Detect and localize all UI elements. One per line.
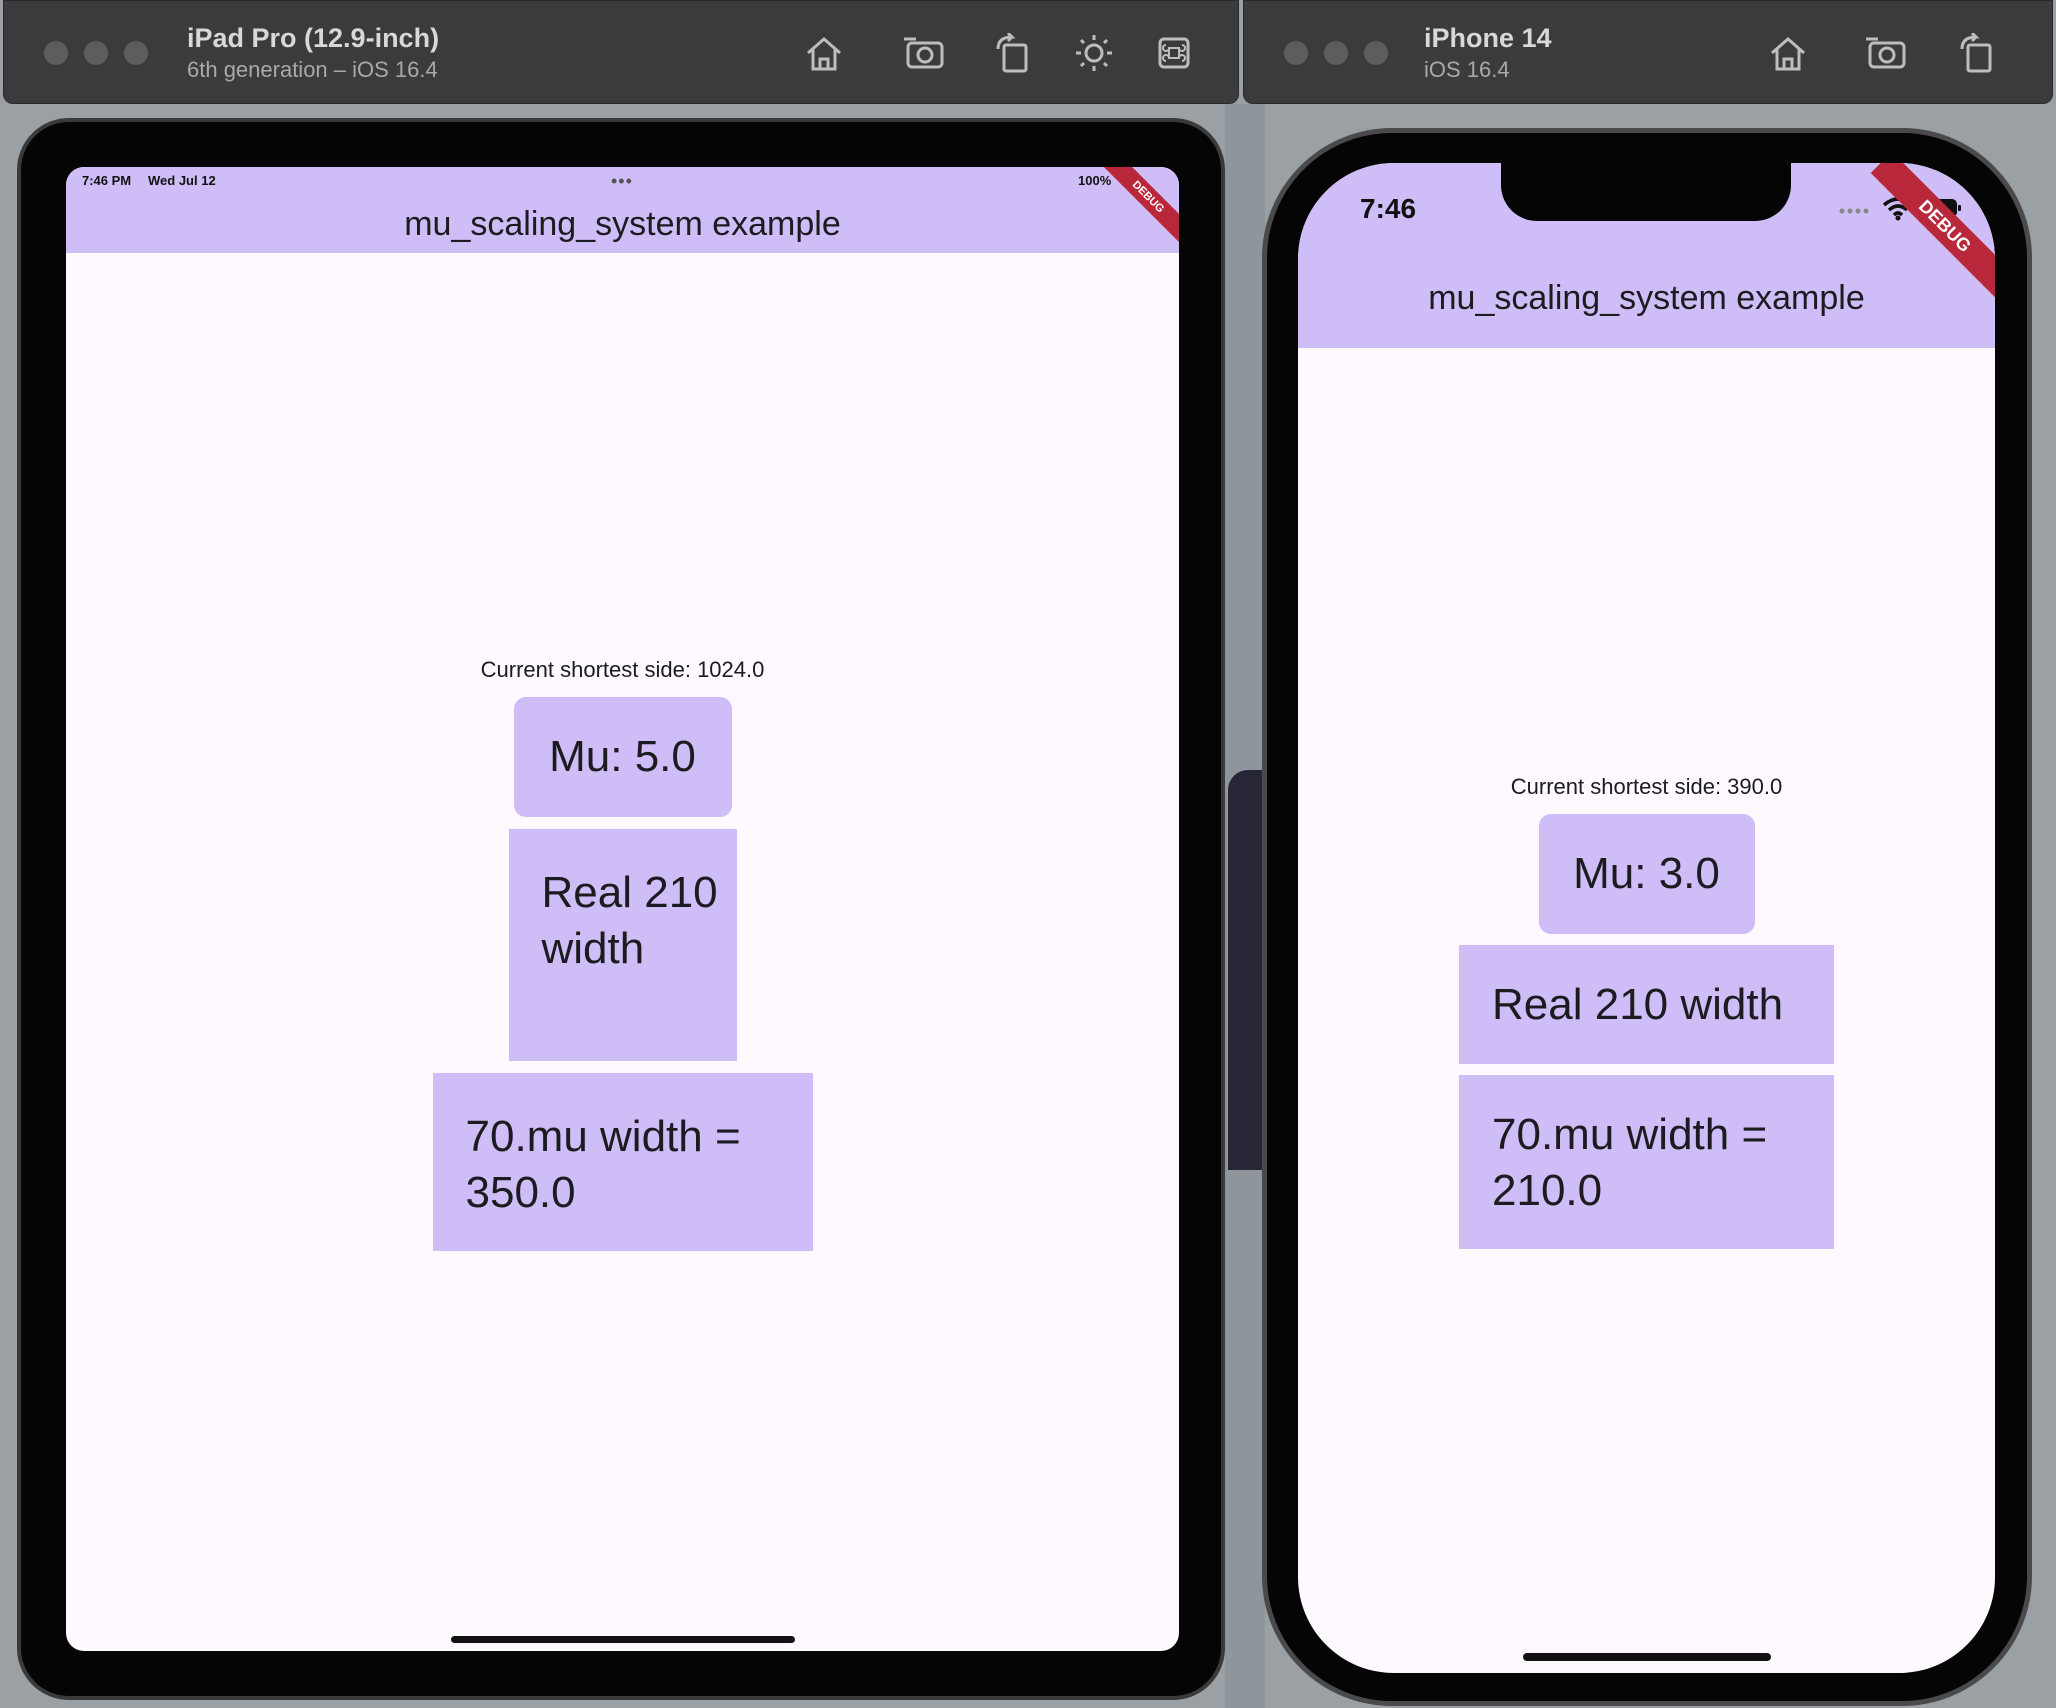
status-date: Wed Jul 12 — [148, 173, 216, 188]
window-controls — [44, 41, 148, 65]
app-title: mu_scaling_system example — [1428, 279, 1865, 317]
zoom-window-button[interactable] — [1364, 41, 1388, 65]
mu-value-box: Mu: 5.0 — [513, 697, 732, 817]
minimize-window-button[interactable] — [1324, 41, 1348, 65]
iphone-screen: 7:46 mu_scaling_system example DEBUG Cur… — [1298, 163, 1995, 1673]
device-name: iPad Pro (12.9-inch) — [187, 23, 440, 53]
iphone-simulator-title-bar: iPhone 14 iOS 16.4 — [1243, 0, 2053, 104]
real-width-box: Real 210 width — [508, 829, 737, 1061]
app-title: mu_scaling_system example — [404, 205, 841, 243]
device-os: iOS 16.4 — [1424, 57, 1510, 82]
real-width-box: Real 210 width — [1459, 945, 1834, 1064]
app-bar: 7:46 mu_scaling_system example DEBUG — [1298, 163, 1995, 348]
cellular-icon — [1838, 197, 1870, 222]
device-name: iPhone 14 — [1424, 23, 1552, 53]
status-time: 7:46 PM — [82, 173, 132, 188]
minimize-window-button[interactable] — [84, 41, 108, 65]
screenshot-icon[interactable] — [902, 33, 946, 73]
shortest-side-text: Current shortest side: 1024.0 — [480, 657, 765, 682]
screenshot-icon[interactable] — [1864, 33, 1908, 73]
home-icon[interactable] — [802, 33, 846, 73]
mu-width-box: 70.mu width = 350.0 — [432, 1073, 813, 1251]
mu-value-box: Mu: 3.0 — [1538, 814, 1755, 934]
command-icon[interactable] — [1152, 33, 1196, 73]
shortest-side-text: Current shortest side: 390.0 — [1510, 774, 1783, 799]
ipad-screen: 7:46 PM Wed Jul 12 ••• 100% mu_scaling_s… — [66, 167, 1179, 1651]
mu-width-box: 70.mu width = 210.0 — [1459, 1075, 1834, 1249]
status-time: 7:46 — [1360, 193, 1417, 224]
multitasking-dots-icon[interactable]: ••• — [611, 171, 633, 192]
status-battery: 100% — [1078, 173, 1112, 188]
home-indicator[interactable] — [451, 1636, 795, 1643]
content-column: Current shortest side: 1024.0 Mu: 5.0 Re… — [66, 657, 1179, 1251]
close-window-button[interactable] — [44, 41, 68, 65]
rotate-icon[interactable] — [992, 31, 1036, 73]
ipad-simulator-title-bar: iPad Pro (12.9-inch) 6th generation – iO… — [3, 0, 1239, 104]
app-bar: 7:46 PM Wed Jul 12 ••• 100% mu_scaling_s… — [66, 167, 1179, 253]
device-os: 6th generation – iOS 16.4 — [187, 57, 438, 82]
appearance-icon[interactable] — [1072, 33, 1116, 73]
zoom-window-button[interactable] — [124, 41, 148, 65]
notch — [1501, 163, 1791, 221]
home-icon[interactable] — [1766, 33, 1810, 73]
home-indicator[interactable] — [1523, 1653, 1771, 1661]
rotate-icon[interactable] — [1956, 31, 2000, 73]
close-window-button[interactable] — [1284, 41, 1308, 65]
desktop-background-shape — [1228, 770, 1262, 1170]
content-column: Current shortest side: 390.0 Mu: 3.0 Rea… — [1298, 774, 1995, 1249]
window-controls — [1284, 41, 1388, 65]
